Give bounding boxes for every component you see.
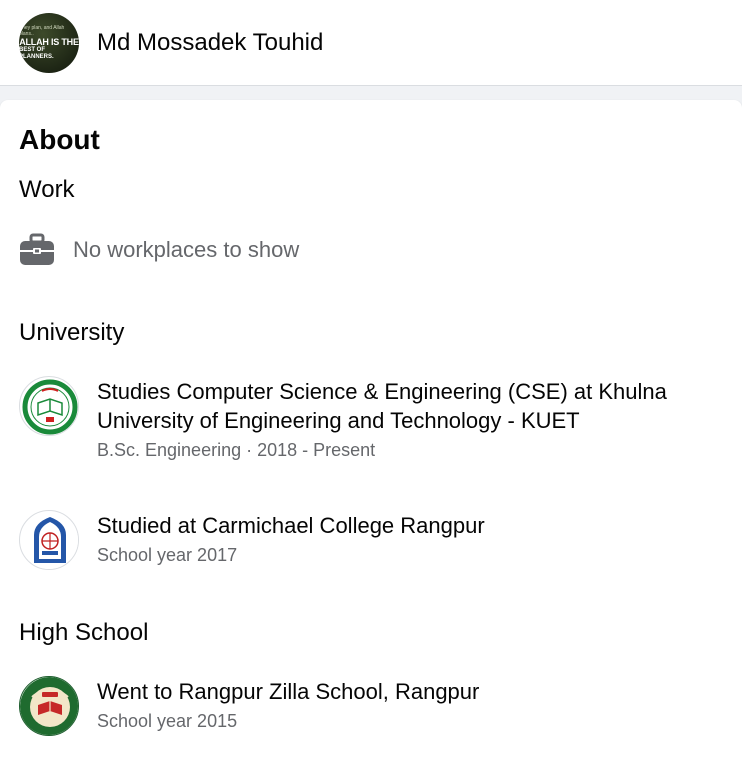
profile-avatar[interactable]: They plan, and Allah plans.. ALLAH IS TH… <box>19 12 79 73</box>
high-school-heading: High School <box>19 619 149 646</box>
high-school-entry-text[interactable]: Went to Rangpur Zilla School, Rangpur <box>97 677 717 706</box>
avatar-text-large: ALLAH IS THE <box>19 36 79 47</box>
high-school-entry: Went to Rangpur Zilla School, Rangpur Sc… <box>97 677 717 732</box>
profile-header: They plan, and Allah plans.. ALLAH IS TH… <box>0 0 742 86</box>
about-title: About <box>19 124 100 155</box>
high-school-entry-detail: School year 2015 <box>97 711 238 731</box>
kuet-logo[interactable] <box>19 376 79 436</box>
carmichael-college-logo[interactable] <box>19 510 79 570</box>
kuet-entry-detail: B.Sc. Engineering · 2018 - Present <box>97 440 376 460</box>
carmichael-entry-detail: School year 2017 <box>97 545 238 565</box>
work-empty-row: No workplaces to show <box>19 233 299 267</box>
avatar-text-small: They plan, and Allah plans.. <box>19 24 65 37</box>
profile-name[interactable]: Md Mossadek Touhid <box>97 29 323 57</box>
university-entry-carmichael: Studied at Carmichael College Rangpur Sc… <box>97 511 717 566</box>
briefcase-icon <box>19 233 55 267</box>
avatar-text-bottom: BEST OF PLANNERS. <box>19 46 54 60</box>
carmichael-entry-text[interactable]: Studied at Carmichael College Rangpur <box>97 511 717 540</box>
no-workplaces-text: No workplaces to show <box>73 237 300 262</box>
work-heading: Work <box>19 176 75 203</box>
kuet-entry-text[interactable]: Studies Computer Science & Engineering (… <box>97 377 717 435</box>
university-entry-kuet: Studies Computer Science & Engineering (… <box>97 377 717 461</box>
rangpur-zilla-school-logo[interactable] <box>19 676 79 736</box>
university-heading: University <box>19 319 125 346</box>
